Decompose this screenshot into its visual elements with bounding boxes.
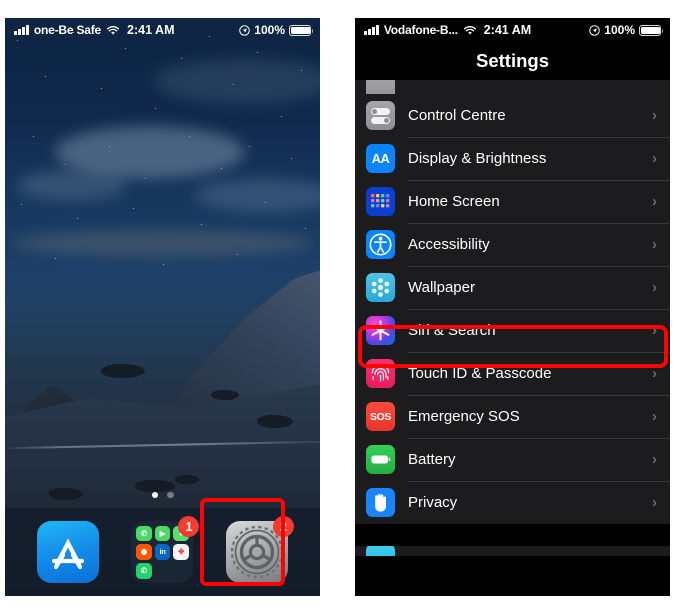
touch-id-icon xyxy=(366,359,395,388)
iphone-home-screen: one-Be Safe 2:41 AM 100% ✆ ▶ ◉ in ✤ ✆ 1 … xyxy=(5,18,320,596)
emergency-sos-icon: SOS xyxy=(366,402,395,431)
rock xyxy=(135,480,175,492)
sidebar-item-accessibility[interactable]: Accessibility › xyxy=(355,223,670,266)
screenshot-canvas: one-Be Safe 2:41 AM 100% ✆ ▶ ◉ in ✤ ✆ 1 … xyxy=(0,0,675,616)
settings-row-partial-bottom[interactable] xyxy=(355,546,670,556)
chevron-right-icon: › xyxy=(652,279,657,296)
wifi-icon xyxy=(463,25,476,35)
app-store-settings-icon xyxy=(366,546,395,556)
row-label: Siri & Search xyxy=(408,322,496,339)
chevron-right-icon: › xyxy=(652,150,657,167)
chevron-right-icon: › xyxy=(652,193,657,210)
location-arrow-icon xyxy=(589,24,601,36)
battery-percent-label: 100% xyxy=(254,23,285,37)
mini-icon-phone: ✆ xyxy=(135,525,152,542)
row-label: Emergency SOS xyxy=(408,408,520,425)
settings-list[interactable]: Control Centre › AA Display & Brightness… xyxy=(355,80,670,596)
carrier-label: one-Be Safe xyxy=(33,23,102,37)
row-label: Accessibility xyxy=(408,236,490,253)
sidebar-item-touch-id-passcode[interactable]: Touch ID & Passcode › xyxy=(355,352,670,395)
page-dots[interactable] xyxy=(5,491,320,498)
row-label: Control Centre xyxy=(408,107,506,124)
status-bar: one-Be Safe 2:41 AM 100% xyxy=(5,18,320,42)
cloud-shape xyxy=(17,170,127,200)
chevron-right-icon: › xyxy=(652,107,657,124)
sidebar-item-home-screen[interactable]: Home Screen › xyxy=(355,180,670,223)
battery-percent-label: 100% xyxy=(604,23,635,37)
mini-icon-facetime: ▶ xyxy=(154,525,171,542)
chevron-right-icon: › xyxy=(652,322,657,339)
iphone-settings-screen: Vodafone-B... 2:41 AM 100% Settings Cont… xyxy=(355,18,670,596)
chevron-right-icon: › xyxy=(652,236,657,253)
sidebar-item-display-brightness[interactable]: AA Display & Brightness › xyxy=(355,137,670,180)
mini-icon-reddit: ◉ xyxy=(135,544,152,560)
sidebar-item-privacy[interactable]: Privacy › xyxy=(355,481,670,524)
location-arrow-icon xyxy=(239,24,251,36)
display-brightness-icon: AA xyxy=(366,144,395,173)
row-label: Display & Brightness xyxy=(408,150,547,167)
status-bar: Vodafone-B... 2:41 AM 100% xyxy=(355,18,670,42)
sidebar-item-emergency-sos[interactable]: SOS Emergency SOS › xyxy=(355,395,670,438)
rock xyxy=(175,475,199,484)
status-time: 2:41 AM xyxy=(127,23,175,37)
carrier-label: Vodafone-B... xyxy=(383,23,458,37)
chevron-right-icon: › xyxy=(652,451,657,468)
sidebar-item-control-centre[interactable]: Control Centre › xyxy=(355,94,670,137)
chevron-right-icon: › xyxy=(652,365,657,382)
siri-search-icon xyxy=(366,316,395,345)
page-dot-2[interactable] xyxy=(167,491,174,498)
rock xyxy=(257,415,293,428)
mini-icon-empty xyxy=(155,563,171,579)
page-dot-1[interactable] xyxy=(151,491,158,498)
signal-bars-icon xyxy=(14,25,29,35)
battery-full-icon xyxy=(289,24,314,36)
general-icon xyxy=(366,80,395,94)
accessibility-icon xyxy=(366,230,395,259)
mini-icon-whatsapp: ✆ xyxy=(135,562,152,579)
row-label: Wallpaper xyxy=(408,279,475,296)
mini-icon-empty xyxy=(173,563,189,579)
app-store-icon[interactable] xyxy=(37,521,100,583)
rock xyxy=(211,390,239,400)
dock-item-settings[interactable]: 2 xyxy=(225,516,294,583)
folder-badge: 1 xyxy=(178,516,200,537)
settings-badge: 2 xyxy=(272,516,294,537)
cloud-shape xyxy=(13,230,313,256)
battery-icon xyxy=(366,445,395,474)
row-label: Battery xyxy=(408,451,456,468)
page-title: Settings xyxy=(355,42,670,80)
signal-bars-icon xyxy=(364,25,379,35)
privacy-icon xyxy=(366,488,395,517)
mini-icon-linkedin: in xyxy=(154,544,171,560)
wallpaper-icon xyxy=(366,273,395,302)
sidebar-item-siri-and-search[interactable]: Siri & Search › xyxy=(355,309,670,352)
dock-item-folder[interactable]: ✆ ▶ ● ◉ in ✤ ✆ 1 xyxy=(131,516,200,583)
battery-full-icon xyxy=(639,24,664,36)
mini-icon-photos: ✤ xyxy=(173,544,189,560)
row-label: Privacy xyxy=(408,494,458,511)
chevron-right-icon: › xyxy=(652,408,657,425)
chevron-right-icon: › xyxy=(652,494,657,511)
home-screen-icon xyxy=(366,187,395,216)
dock: ✆ ▶ ● ◉ in ✤ ✆ 1 xyxy=(5,508,320,596)
row-label: Home Screen xyxy=(408,193,500,210)
rock xyxy=(101,364,145,378)
sidebar-item-battery[interactable]: Battery › xyxy=(355,438,670,481)
cloud-shape xyxy=(155,58,320,104)
settings-group-separator xyxy=(355,524,670,546)
dock-item-app-store[interactable] xyxy=(37,521,100,583)
settings-group-2 xyxy=(355,546,670,556)
sidebar-item-wallpaper[interactable]: Wallpaper › xyxy=(355,266,670,309)
settings-row-partial-top[interactable] xyxy=(355,80,670,94)
settings-group-1: Control Centre › AA Display & Brightness… xyxy=(355,94,670,524)
status-time: 2:41 AM xyxy=(483,23,532,37)
wifi-icon xyxy=(106,25,120,35)
row-label: Touch ID & Passcode xyxy=(408,365,552,382)
control-centre-icon xyxy=(366,101,395,130)
